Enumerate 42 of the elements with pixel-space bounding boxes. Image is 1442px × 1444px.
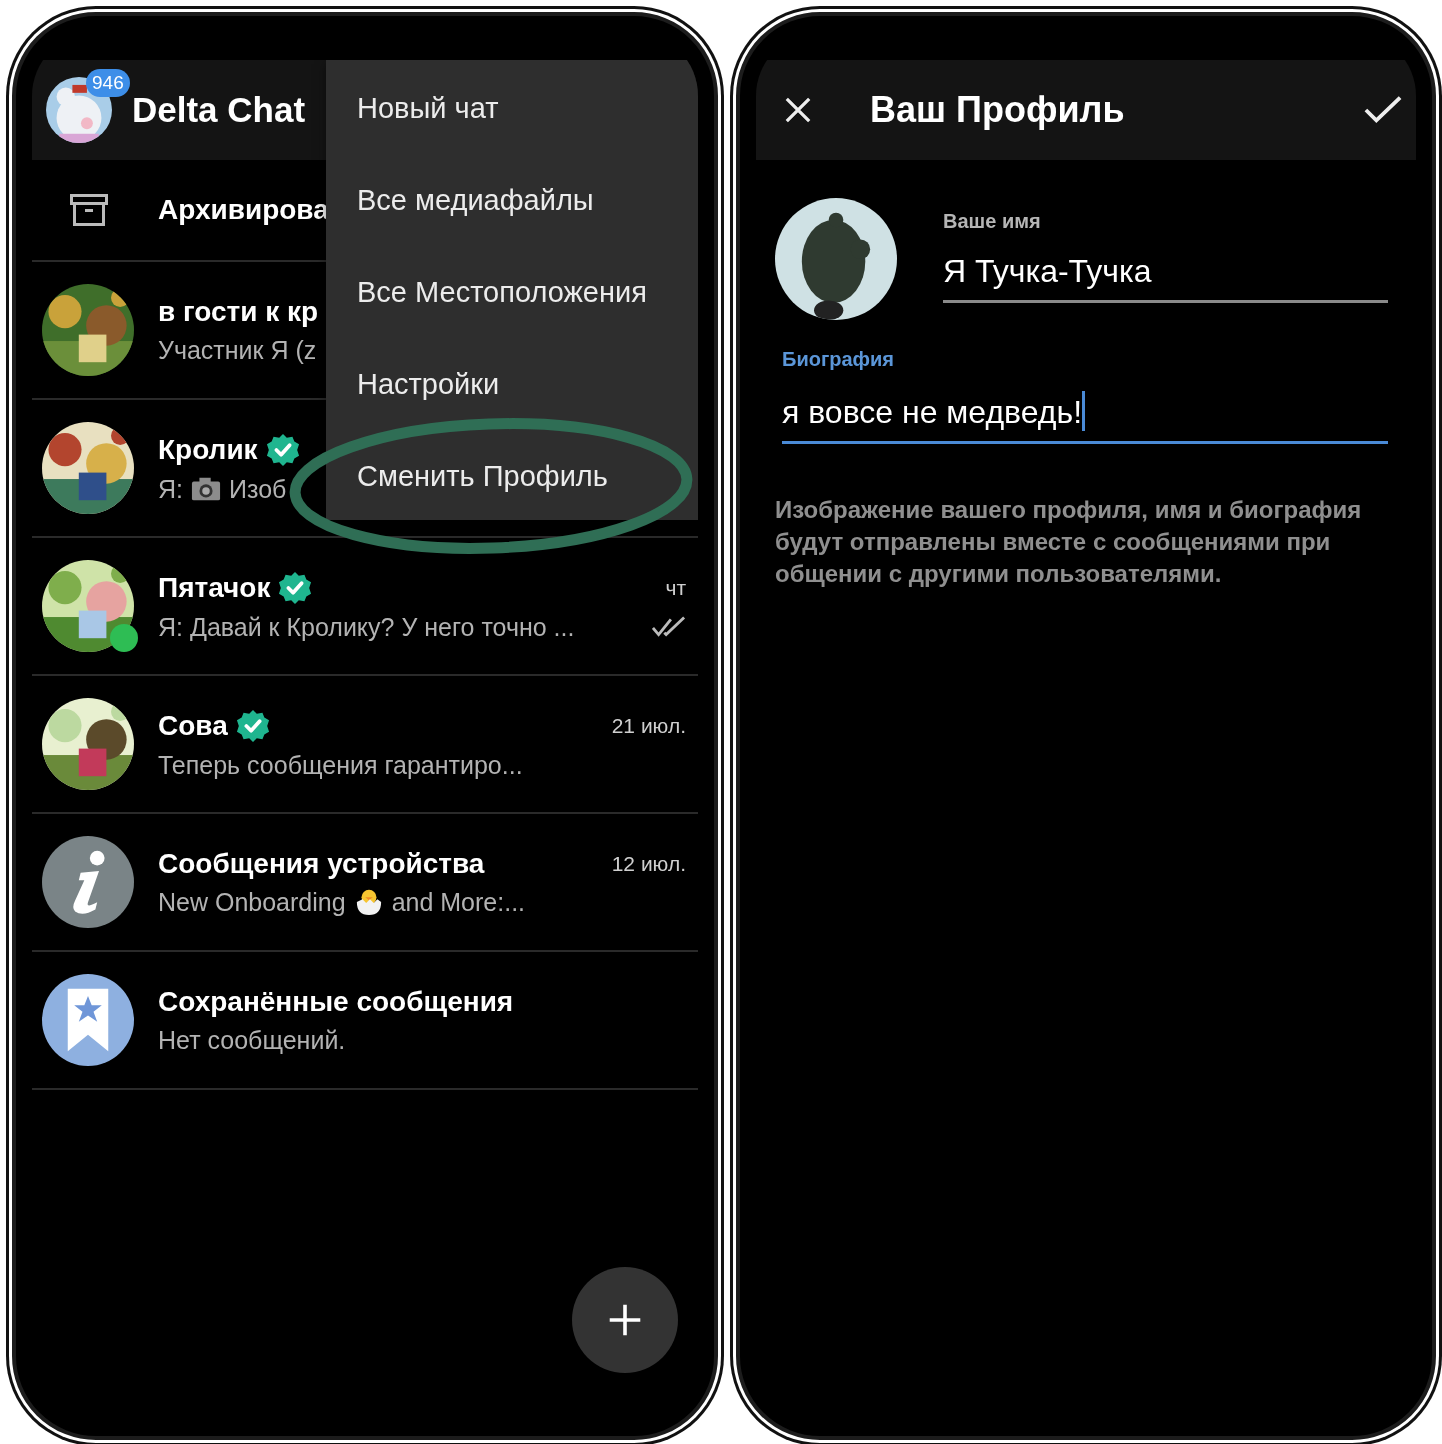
close-icon[interactable] <box>784 96 812 124</box>
message-preview: New Onboarding <box>158 887 346 917</box>
chat-time: 12 июл. <box>611 851 686 876</box>
chat-item[interactable]: Пятачок чт Я: Давай к Кролику? У него точно ... <box>32 538 698 676</box>
message-preview: Я: Давай к Кролику? У него точно ... <box>158 612 575 642</box>
message-preview: Участник Я (z <box>158 335 317 365</box>
field-label: Ваше имя <box>943 210 1041 233</box>
chat-name: Сохранённые сообщения <box>158 985 514 1018</box>
chat-name: в гости к кр <box>158 295 319 328</box>
screen-title: Ваш Профиль <box>870 89 1125 131</box>
message-preview: Изоб <box>229 474 287 504</box>
message-preview: Теперь сообщения гарантиро... <box>158 750 523 780</box>
check-icon[interactable] <box>1364 95 1402 125</box>
app-title: Delta Chat <box>132 90 306 130</box>
bio-field[interactable]: я вовсе не медведь! <box>782 371 1388 444</box>
camera-icon <box>191 475 221 503</box>
bookmark-icon <box>42 974 134 1066</box>
message-preview: Нет сообщений. <box>158 1025 346 1055</box>
archive-label: Архивирова <box>158 194 329 226</box>
help-text: Изображение вашего профиля, имя и биография будут отправлены вместе с сообщениями при общении с другими пользователями. <box>775 495 1363 589</box>
archive-icon <box>70 194 108 226</box>
plus-icon <box>607 1302 643 1338</box>
menu-item[interactable]: Все медиафайлы <box>326 154 698 246</box>
chat-name: Сова <box>158 709 228 742</box>
chat-item[interactable]: Сова 21 июл. Теперь сообщения гарантиро... <box>32 676 698 814</box>
unread-badge: 946 <box>86 69 130 97</box>
message-preview: Я: <box>158 474 183 504</box>
chat-item[interactable]: Сообщения устройства 12 июл. New Onboarding and More:... <box>32 814 698 952</box>
info-icon <box>42 836 134 928</box>
menu-item[interactable]: Настройки <box>326 338 698 430</box>
chat-name: Пятачок <box>158 571 271 604</box>
chat-time: 21 июл. <box>611 713 686 738</box>
menu-item[interactable]: Новый чат <box>326 62 698 154</box>
name-field[interactable]: Я Тучка-Тучка <box>943 233 1388 303</box>
chat-name: Кролик <box>158 433 258 466</box>
chat-item[interactable]: Сохранённые сообщения Нет сообщений. <box>32 952 698 1090</box>
chat-name: Сообщения устройства <box>158 847 485 880</box>
chat-time: чт <box>665 575 686 600</box>
menu-item[interactable]: Все Местоположения <box>326 246 698 338</box>
message-preview: and More:... <box>391 887 526 917</box>
menu-item[interactable]: Сменить Профиль <box>326 430 698 522</box>
field-label: Биография <box>782 348 895 371</box>
